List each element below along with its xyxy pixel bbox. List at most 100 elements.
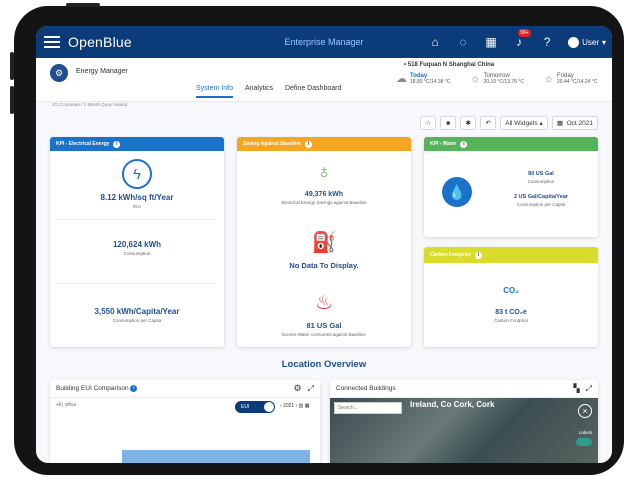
saving-baseline-card: Saving Against Baseline i ♁ 49,376 kWh El…	[237, 137, 411, 347]
card-title: KPI - Electrical Energy	[56, 141, 110, 147]
eui-toggle[interactable]: EUI	[235, 401, 275, 413]
tab-analytics[interactable]: Analytics	[245, 85, 273, 98]
top-nav-bar: OpenBlue Enterprise Manager ⌂ ◌ ▦ ♪ 99+ ?…	[36, 26, 612, 58]
breadcrumb[interactable]: JCI Corporate / 1 Marsh Quay Ireland	[52, 102, 127, 107]
labels-toggle-label: Labels	[578, 430, 592, 435]
chevron-down-icon: ▾	[601, 37, 606, 47]
weather-temp-friday: 20.44 °C/14.24 °C	[557, 78, 598, 85]
card-header: Building EUI Comparison i ⚙ ⤢	[50, 380, 320, 398]
info-icon[interactable]: i	[460, 140, 468, 148]
eui-filters: All | Office	[56, 402, 77, 407]
tablet-volume-down	[10, 86, 14, 114]
toggle-knob	[264, 402, 274, 412]
weather-temp-tomorrow: 20.10 °C/13.76 °C	[483, 78, 524, 85]
close-icon[interactable]: ×	[578, 404, 592, 418]
gear-icon[interactable]: ✱	[460, 116, 477, 130]
card-title: KPI - Water	[430, 141, 457, 147]
chart-bar	[122, 450, 310, 463]
screen: OpenBlue Enterprise Manager ⌂ ◌ ▦ ♪ 99+ ?…	[36, 26, 612, 463]
sun-icon: ☼	[543, 72, 555, 85]
month-label: Oct 2021	[566, 119, 593, 127]
sun-icon: ☼	[470, 72, 481, 85]
info-icon[interactable]: i	[113, 140, 121, 148]
tab-system-info[interactable]: System Info	[196, 85, 233, 98]
energy-savings-label: Electrical Energy Savings against Baseli…	[281, 200, 367, 205]
hamburger-menu-icon[interactable]	[44, 36, 60, 48]
tab-define-dashboard[interactable]: Define Dashboard	[285, 85, 341, 98]
page-title: Energy Manager	[76, 68, 128, 75]
kpi-electrical-card: KPI - Electrical Energy i ϟ 8.12 kWh/sq f…	[50, 137, 224, 347]
month-picker[interactable]: ▦ Oct 2021	[551, 116, 598, 130]
favorite-star-icon[interactable]: ☆	[420, 116, 437, 130]
kpi-water-card: KPI - Water i 💧 80 US Gal Consumption 2 U…	[424, 137, 598, 237]
capita-label: Consumption per Capita	[112, 318, 162, 323]
labels-toggle[interactable]: Labels	[579, 430, 592, 435]
user-label: User	[582, 37, 599, 47]
info-icon[interactable]: i	[304, 140, 312, 148]
app-logo[interactable]: OpenBlue	[68, 34, 132, 50]
card-header: KPI - Electrical Energy i	[50, 137, 224, 151]
apps-grid-icon[interactable]: ▦	[484, 35, 498, 49]
card-title: Building EUI Comparison	[56, 385, 129, 392]
eui-value: 8.12 kWh/sq ft/Year	[100, 193, 174, 202]
map-location-label: Ireland, Co Cork, Cork	[410, 400, 495, 409]
info-icon[interactable]: i	[474, 251, 482, 259]
card-title: Saving Against Baseline	[243, 141, 301, 147]
filter-all[interactable]: All	[56, 402, 61, 407]
divider	[58, 219, 216, 220]
card-header: Saving Against Baseline i	[237, 137, 411, 151]
all-widgets-label: All Widgets	[505, 119, 538, 127]
card-title: Carbon Footprint	[430, 252, 471, 258]
labels-switch[interactable]	[576, 438, 592, 446]
consumption-value: 120,624 kWh	[112, 240, 162, 249]
water-hand-icon: ♨	[315, 291, 333, 314]
expand-icon[interactable]: ⤢	[308, 384, 314, 394]
weather-location: 518 Fuquan N Shanghai China	[407, 62, 495, 68]
location-pin-icon: •	[404, 62, 407, 68]
user-menu[interactable]: User ▾	[568, 36, 606, 48]
carbon-footprint-card: Carbon Footprint i CO₂ 83 t CO₂e Carbon F…	[424, 247, 598, 347]
card-header: KPI - Water i	[424, 137, 598, 151]
footprint-icon: CO₂	[493, 275, 529, 305]
card-title: Connected Buildings	[336, 385, 396, 392]
bookmark-icon[interactable]: ■	[440, 116, 457, 130]
water-consumption-label: Consumption	[527, 179, 555, 184]
building-eui-card: Building EUI Comparison i ⚙ ⤢ All | Offi…	[50, 380, 320, 463]
energy-savings-value: 49,376 kWh	[304, 191, 344, 198]
map-icon[interactable]: ▚	[573, 384, 579, 393]
year-selector[interactable]: ‹ 2021 › ▥ ▦	[280, 403, 309, 409]
filter-office[interactable]: Office	[65, 402, 77, 407]
lightning-icon: ϟ	[122, 159, 152, 189]
home-icon[interactable]: ⌂	[428, 35, 442, 49]
connected-buildings-card: Connected Buildings ▚ ⤢ Ireland, Co Cork…	[330, 380, 598, 463]
tablet-top-button	[66, 3, 100, 7]
calendar-icon: ▦	[556, 120, 563, 127]
tablet-volume-up	[10, 52, 14, 80]
energy-manager-icon: ⚙	[50, 64, 68, 82]
location-overview-heading: Location Overview	[281, 359, 367, 370]
undo-icon[interactable]: ↶	[480, 116, 497, 130]
water-excess-label: Excess Water consumed against Baseline	[282, 332, 366, 337]
divider	[58, 283, 216, 284]
expand-icon[interactable]: ⤢	[586, 384, 592, 394]
help-icon[interactable]: ?	[540, 35, 554, 49]
water-excess-value: 81 US Gal	[306, 321, 342, 330]
water-capita-label: Consumption per Capita	[516, 202, 566, 207]
year-label: 2021	[283, 403, 295, 409]
tab-bar: System Info Analytics Define Dashboard	[196, 85, 341, 98]
eui-label: EUI	[133, 204, 141, 209]
carbon-value: 83 t CO₂e	[495, 309, 527, 316]
notification-icon[interactable]: ♪ 99+	[512, 29, 531, 49]
info-icon[interactable]: i	[130, 385, 138, 392]
card-header: Connected Buildings ▚ ⤢	[330, 380, 598, 398]
all-widgets-dropdown[interactable]: All Widgets ▴	[500, 116, 548, 130]
map-search-input[interactable]	[334, 402, 402, 414]
card-header: Carbon Footprint i	[424, 247, 598, 263]
gear-icon[interactable]: ⚙	[294, 383, 302, 394]
sub-header: ⚙ Energy Manager System Info Analytics D…	[36, 58, 612, 102]
lightbulb-icon: ♁	[316, 160, 332, 183]
ev-charger-icon: ⛽	[311, 231, 337, 254]
lightbulb-icon[interactable]: ◌	[456, 35, 470, 49]
capita-value: 3,550 kWh/Capita/Year	[94, 307, 180, 316]
carbon-label: Carbon Footprint	[494, 318, 528, 323]
